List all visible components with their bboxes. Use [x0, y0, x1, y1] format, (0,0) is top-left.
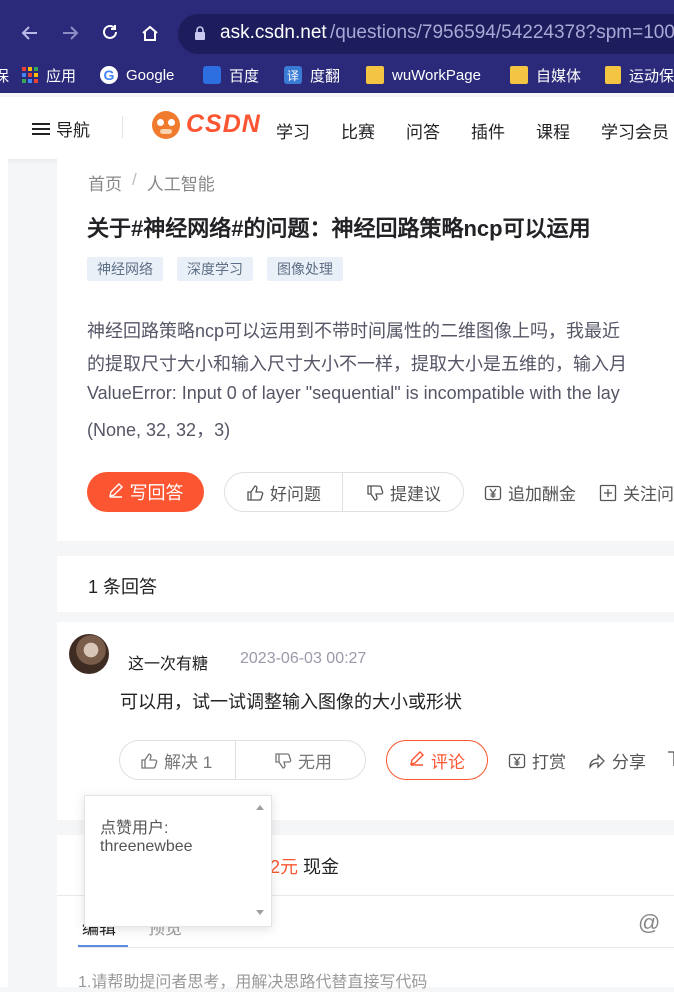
- bookmark-fanyi[interactable]: 译 度翻: [284, 64, 340, 86]
- url-host: ask.csdn.net: [220, 22, 327, 43]
- monkey-mascot-icon: [152, 110, 180, 139]
- breadcrumb-home[interactable]: 首页: [88, 170, 122, 195]
- folder-icon: [605, 66, 621, 84]
- popover-user[interactable]: threenewbee: [100, 838, 193, 856]
- back-icon[interactable]: [17, 20, 43, 46]
- thumbs-up-icon: [246, 484, 264, 502]
- bookmark-zimeiti[interactable]: 自媒体: [510, 64, 581, 86]
- translate-icon: 译: [284, 66, 302, 84]
- question-title: 关于#神经网络#的问题：神经回路策略ncp可以运用: [87, 216, 591, 241]
- menu-course[interactable]: 课程: [536, 118, 570, 143]
- question-body-line: 神经回路策略ncp可以运用到不带时间属性的二维图像上吗，我最近: [87, 321, 621, 341]
- avatar[interactable]: [69, 634, 109, 674]
- question-body-line: 的提取尺寸大小和输入尺寸大小不一样，提取大小是五维的，输入月: [87, 354, 627, 374]
- more-actions-icon[interactable]: [666, 750, 674, 768]
- menu-contest[interactable]: 比赛: [341, 118, 375, 143]
- breadcrumb: 首页 / 人工智能: [88, 170, 215, 195]
- add-bounty-button[interactable]: 追加酬金: [484, 480, 576, 505]
- hamburger-icon: [32, 122, 50, 136]
- menu-plugin[interactable]: 插件: [471, 118, 505, 143]
- apps-grid-icon: [22, 67, 38, 83]
- home-icon[interactable]: [137, 20, 163, 46]
- thumbs-up-icon: [140, 752, 158, 770]
- menu-vip[interactable]: 学习会员: [601, 118, 674, 143]
- share-button[interactable]: 分享: [588, 748, 646, 773]
- share-icon: [588, 752, 606, 770]
- menu-qa[interactable]: 问答: [406, 118, 440, 143]
- left-sidebar-edge: [0, 159, 8, 987]
- tag-image-processing[interactable]: 图像处理: [267, 257, 343, 281]
- suggest-button[interactable]: 提建议: [366, 480, 441, 505]
- pencil-icon: [108, 482, 124, 503]
- url-path: /questions/7956594/54224378?spm=1001: [330, 22, 674, 43]
- thumbs-down-icon: [274, 752, 292, 770]
- csdn-logo[interactable]: CSDN: [152, 110, 261, 139]
- forward-icon[interactable]: [57, 20, 83, 46]
- breadcrumb-separator: /: [132, 170, 137, 189]
- bookmark-wuworkpage[interactable]: wuWorkPage: [366, 64, 481, 86]
- thumbs-down-icon: [366, 484, 384, 502]
- mention-icon[interactable]: @: [638, 910, 660, 936]
- bookmark-google[interactable]: G Google: [100, 64, 174, 86]
- pencil-icon: [409, 750, 425, 771]
- active-tab-indicator: [78, 945, 128, 947]
- editor-tabs-divider: [78, 947, 674, 948]
- yen-icon: [508, 752, 526, 770]
- vote-divider: [342, 472, 343, 512]
- plus-square-icon: [599, 484, 617, 502]
- folder-icon: [366, 66, 384, 84]
- bookmark-baidu[interactable]: 百度: [203, 64, 259, 86]
- popover-scrollbar[interactable]: [253, 800, 267, 920]
- answer-timestamp: 2023-06-03 00:27: [240, 650, 367, 667]
- follow-question-button[interactable]: 关注问: [599, 480, 674, 505]
- popover-title: 点赞用户:: [100, 820, 169, 837]
- comment-button[interactable]: 评论: [386, 740, 488, 780]
- reward-info: 2元 现金: [270, 853, 339, 879]
- tag-deep-learning[interactable]: 深度学习: [177, 257, 253, 281]
- menu-learn[interactable]: 学习: [276, 118, 310, 143]
- answer-text: 可以用，试一试调整输入图像的大小或形状: [120, 692, 462, 712]
- bookmark-apps[interactable]: 应用: [22, 64, 76, 86]
- solved-button[interactable]: 解决 1: [140, 748, 212, 773]
- nav-toggle[interactable]: 导航: [32, 116, 90, 141]
- tip-button[interactable]: 打赏: [508, 748, 566, 773]
- tag-neural-network[interactable]: 神经网络: [87, 257, 163, 281]
- reward-suffix: 现金: [303, 857, 340, 877]
- editor-hint: 1.请帮助提问者思考，用解决思路代替直接写代码: [78, 974, 428, 991]
- yen-icon: [484, 484, 502, 502]
- useless-button[interactable]: 无用: [274, 748, 332, 773]
- answer-count: 1 条回答: [88, 577, 158, 597]
- google-icon: G: [100, 66, 118, 84]
- good-question-button[interactable]: 好问题: [246, 480, 321, 505]
- baidu-paw-icon: [203, 66, 221, 84]
- question-body-line: ValueError: Input 0 of layer "sequential…: [87, 383, 620, 403]
- breadcrumb-ai[interactable]: 人工智能: [147, 170, 215, 195]
- bookmark-yundong[interactable]: 运动保: [605, 64, 674, 86]
- answer-username[interactable]: 这一次有糖: [128, 650, 208, 674]
- vote-divider: [235, 740, 236, 780]
- bookmark-partial[interactable]: 保: [0, 64, 9, 86]
- reload-icon[interactable]: [97, 20, 123, 46]
- reward-amount: 2元: [270, 857, 299, 877]
- write-answer-button[interactable]: 写回答: [87, 472, 204, 512]
- folder-icon: [510, 66, 528, 84]
- question-body-line: (None, 32, 32，3): [87, 420, 231, 440]
- site-header: [0, 97, 674, 159]
- header-divider: [122, 116, 123, 138]
- lock-icon: [194, 26, 206, 40]
